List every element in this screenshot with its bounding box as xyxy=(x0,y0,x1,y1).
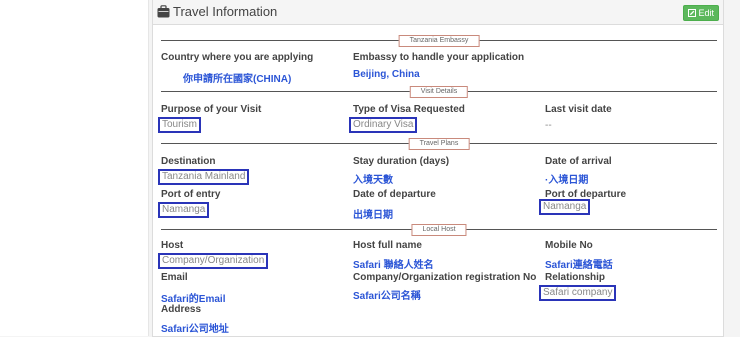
departure-port-value: Namanga xyxy=(539,199,591,215)
edit-icon xyxy=(688,9,697,17)
entry-port-value: Namanga xyxy=(158,202,210,218)
embassy-label: Embassy to handle your application xyxy=(353,52,525,63)
stay-duration-value: 入境天數 xyxy=(353,175,393,186)
registration-label: Company/Organization registration No xyxy=(353,272,537,283)
last-visit-value: -- xyxy=(545,120,552,131)
left-pane xyxy=(0,0,148,336)
edit-button[interactable]: Edit xyxy=(683,5,719,21)
section-tag-host: Local Host xyxy=(411,224,467,236)
travel-information-panel: Travel Information Edit Tanzania Embassy… xyxy=(152,0,724,337)
purpose-label: Purpose of your Visit xyxy=(161,104,262,115)
arrival-date-label: Date of arrival xyxy=(545,156,612,167)
country-value: 你申請所在國家(CHINA) xyxy=(183,74,292,85)
email-value: Safari的Email xyxy=(161,294,226,305)
visa-type-value: Ordinary Visa xyxy=(349,117,418,133)
section-tag-embassy: Tanzania Embassy xyxy=(398,35,480,47)
host-label: Host xyxy=(161,240,184,251)
entry-port-label: Port of entry xyxy=(161,189,221,200)
relationship-value: Safari company xyxy=(539,285,617,301)
registration-value: Safari公司名稱 xyxy=(353,291,421,302)
host-value: Company/Organization xyxy=(158,253,269,269)
departure-date-label: Date of departure xyxy=(353,189,436,200)
section-tag-visit: Visit Details xyxy=(409,86,469,98)
destination-label: Destination xyxy=(161,156,216,167)
panel-title: Travel Information xyxy=(173,4,278,19)
email-label: Email xyxy=(161,272,188,283)
destination-value: Tanzania Mainland xyxy=(158,169,250,185)
pane-divider xyxy=(148,0,149,336)
section-tag-travel: Travel Plans xyxy=(408,138,470,150)
visa-type-label: Type of Visa Requested xyxy=(353,104,465,115)
departure-date-value: 出境日期 xyxy=(353,210,393,221)
relationship-label: Relationship xyxy=(545,272,606,283)
host-name-label: Host full name xyxy=(353,240,422,251)
country-label: Country where you are applying xyxy=(161,52,314,63)
address-value: Safari公司地址 xyxy=(161,324,229,335)
stay-duration-label: Stay duration (days) xyxy=(353,156,450,167)
host-name-value: Safari 聯絡人姓名 xyxy=(353,260,434,271)
embassy-value: Beijing, China xyxy=(353,69,420,80)
arrival-date-value: ·入境日期 xyxy=(545,175,589,186)
edit-button-label: Edit xyxy=(698,8,714,18)
suitcase-icon xyxy=(157,5,170,18)
purpose-value: Tourism xyxy=(158,117,202,133)
last-visit-label: Last visit date xyxy=(545,104,612,115)
panel-header: Travel Information Edit xyxy=(153,0,723,25)
mobile-value: Safari連絡電話 xyxy=(545,260,613,271)
mobile-label: Mobile No xyxy=(545,240,593,251)
address-label: Address xyxy=(161,304,202,315)
